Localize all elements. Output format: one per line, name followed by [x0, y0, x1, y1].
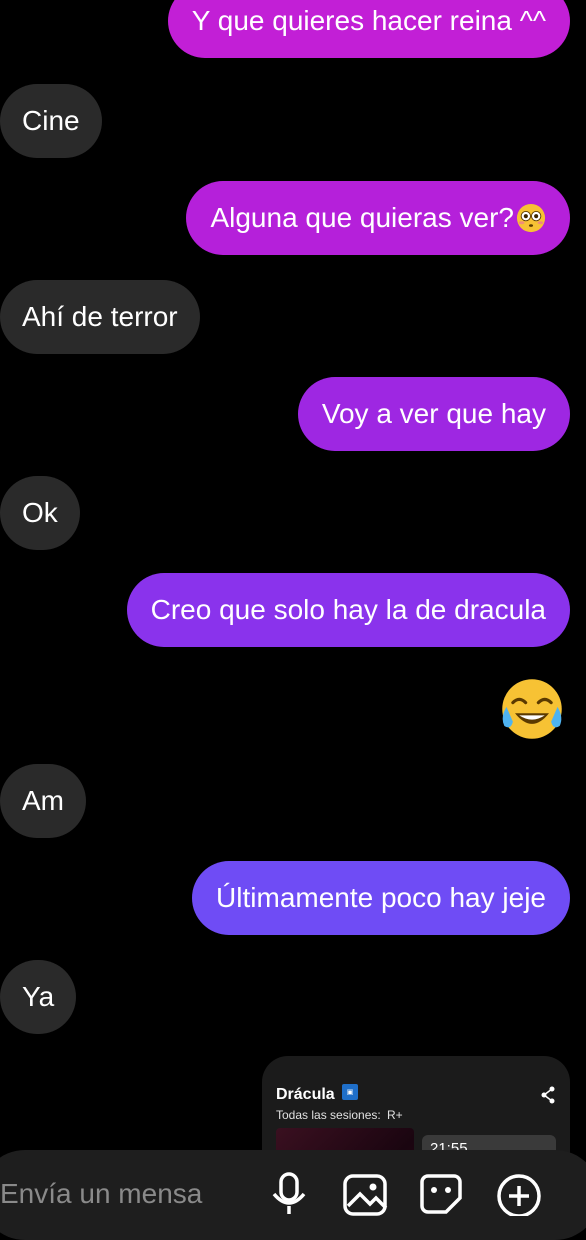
- message-input[interactable]: Envía un mensa: [0, 1178, 202, 1210]
- flushed-face-icon: [516, 203, 546, 233]
- message-text: Cine: [22, 105, 80, 136]
- sessions-label: Todas las sesiones:: [276, 1108, 381, 1122]
- message-outgoing[interactable]: Voy a ver que hay: [297, 377, 570, 451]
- message-outgoing[interactable]: Y que quieres hacer reina ^^: [167, 0, 570, 58]
- message-text: Últimamente poco hay jeje: [216, 882, 546, 913]
- age-rating: R+: [387, 1108, 403, 1122]
- face-with-tears-of-joy-icon[interactable]: [498, 675, 566, 743]
- message-text: Creo que solo hay la de dracula: [150, 594, 546, 625]
- message-incoming[interactable]: Cine: [0, 84, 102, 158]
- message-incoming[interactable]: Am: [0, 764, 86, 838]
- sticker-icon[interactable]: [418, 1170, 464, 1216]
- message-incoming[interactable]: Ahí de terror: [0, 280, 200, 354]
- microphone-icon[interactable]: [266, 1170, 312, 1216]
- message-outgoing[interactable]: Últimamente poco hay jeje: [192, 861, 570, 935]
- message-text: Ahí de terror: [22, 301, 178, 332]
- plus-icon[interactable]: [496, 1170, 542, 1216]
- message-text: Ok: [22, 497, 58, 528]
- message-text: Voy a ver que hay: [321, 398, 546, 429]
- rating-badge-icon: ▣: [342, 1084, 358, 1100]
- share-icon[interactable]: [540, 1086, 556, 1104]
- message-text: Ya: [22, 981, 55, 1012]
- message-outgoing[interactable]: Alguna que quieras ver?: [186, 181, 570, 255]
- image-icon[interactable]: [342, 1170, 388, 1216]
- message-outgoing[interactable]: Creo que solo hay la de dracula: [126, 573, 570, 647]
- message-incoming[interactable]: Ok: [0, 476, 80, 550]
- movie-title: Drácula: [276, 1086, 335, 1103]
- message-text: Am: [22, 785, 64, 816]
- message-incoming[interactable]: Ya: [0, 960, 77, 1034]
- message-text: Alguna que quieras ver?: [210, 202, 514, 233]
- message-text: Y que quieres hacer reina ^^: [191, 5, 546, 36]
